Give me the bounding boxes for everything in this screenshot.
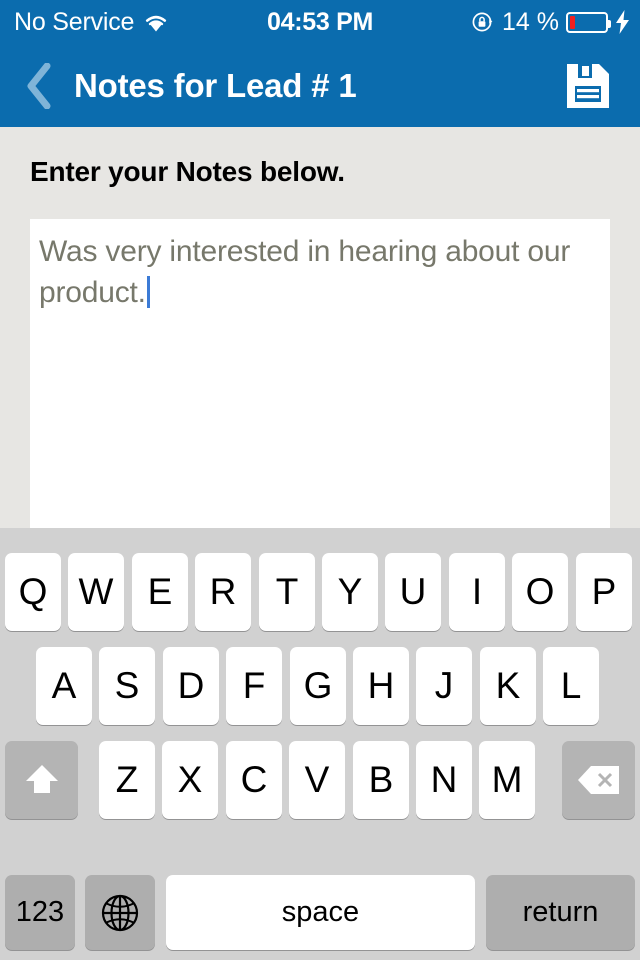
lightning-bolt-icon [615,10,630,34]
backspace-delete-icon [577,764,621,796]
status-bar: No Service 04:53 PM 14 % [0,0,640,44]
keyboard-row-3: ZXCVBNM [0,741,640,819]
notes-text-content: Was very interested in hearing about our… [39,231,605,313]
key-u[interactable]: U [385,553,441,631]
notes-section-label: Enter your Notes below. [30,156,345,187]
globe-language-icon [99,892,141,934]
notes-value: Was very interested in hearing about our… [39,235,579,309]
battery-percent-label: 14 % [502,7,559,36]
key-r[interactable]: R [195,553,251,631]
key-h[interactable]: H [353,647,409,725]
key-j[interactable]: J [416,647,472,725]
key-k[interactable]: K [480,647,536,725]
key-v[interactable]: V [289,741,345,819]
battery-icon [566,11,611,33]
status-bar-right: 14 % [471,0,630,44]
chevron-left-icon [25,62,53,109]
key-q[interactable]: Q [5,553,61,631]
onscreen-keyboard: QWERTYUIOP ASDFGHJKL ZXCVBNM 123 space r… [0,528,640,960]
key-f[interactable]: F [226,647,282,725]
key-y[interactable]: Y [322,553,378,631]
back-button[interactable] [8,44,70,127]
clock-label: 04:53 PM [267,7,373,36]
floppy-disk-save-icon [565,62,611,110]
content-area: Enter your Notes below. Was very interes… [0,127,640,528]
shift-arrow-up-icon [22,760,62,800]
key-x[interactable]: X [162,741,218,819]
key-g[interactable]: G [290,647,346,725]
key-l[interactable]: L [543,647,599,725]
key-space[interactable]: space [166,875,475,950]
keyboard-row-2: ASDFGHJKL [0,647,640,725]
page-title: Notes for Lead # 1 [74,66,357,104]
key-a[interactable]: A [36,647,92,725]
key-i[interactable]: I [449,553,505,631]
key-n[interactable]: N [416,741,472,819]
key-d[interactable]: D [163,647,219,725]
keyboard-row-1: QWERTYUIOP [0,553,640,631]
key-shift[interactable] [5,741,78,819]
notes-textarea[interactable]: Was very interested in hearing about our… [30,219,610,528]
keyboard-row-4: 123 space return [0,875,640,950]
app-root: No Service 04:53 PM 14 % Notes for Lead … [0,0,640,960]
key-e[interactable]: E [132,553,188,631]
key-globe[interactable] [85,875,155,950]
text-caret [146,276,150,308]
navigation-bar: Notes for Lead # 1 [0,44,640,127]
key-w[interactable]: W [68,553,124,631]
key-b[interactable]: B [353,741,409,819]
key-return[interactable]: return [486,875,635,950]
key-o[interactable]: O [512,553,568,631]
rotation-lock-icon [471,10,495,34]
key-numbers[interactable]: 123 [5,875,75,950]
key-c[interactable]: C [226,741,282,819]
battery-fill [570,15,576,29]
save-button[interactable] [554,44,622,127]
key-z[interactable]: Z [99,741,155,819]
key-backspace[interactable] [562,741,635,819]
key-s[interactable]: S [99,647,155,725]
key-m[interactable]: M [479,741,535,819]
key-t[interactable]: T [259,553,315,631]
key-p[interactable]: P [576,553,632,631]
